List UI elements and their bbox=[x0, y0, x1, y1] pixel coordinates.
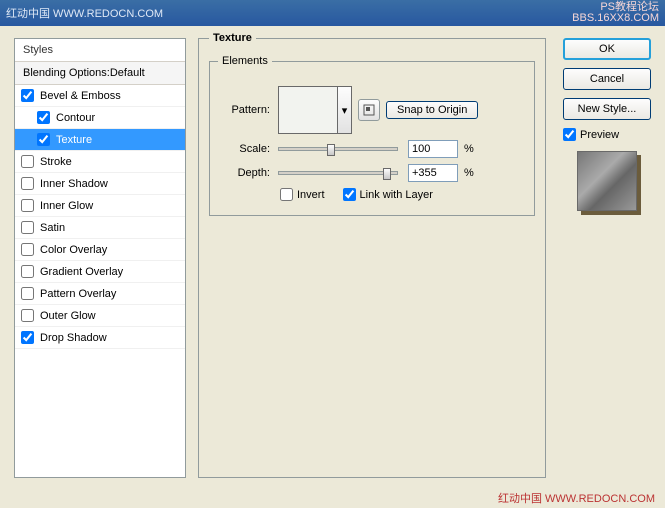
preview-thumbnail bbox=[577, 151, 637, 211]
scale-slider[interactable] bbox=[278, 147, 398, 151]
style-label: Drop Shadow bbox=[40, 332, 107, 344]
pattern-swatch[interactable] bbox=[278, 86, 338, 134]
preview-checkbox[interactable] bbox=[563, 128, 576, 141]
style-row-bevel-emboss[interactable]: Bevel & Emboss bbox=[15, 85, 185, 107]
fieldset-legend: Elements bbox=[218, 55, 272, 67]
style-checkbox[interactable] bbox=[21, 287, 34, 300]
scale-input[interactable] bbox=[408, 140, 458, 158]
style-label: Stroke bbox=[40, 156, 72, 168]
style-row-inner-shadow[interactable]: Inner Shadow bbox=[15, 173, 185, 195]
preview-toggle: Preview bbox=[563, 128, 651, 141]
depth-row: Depth: % bbox=[220, 164, 524, 182]
depth-input[interactable] bbox=[408, 164, 458, 182]
style-label: Gradient Overlay bbox=[40, 266, 123, 278]
style-label: Inner Glow bbox=[40, 200, 93, 212]
scale-label: Scale: bbox=[220, 143, 270, 155]
style-row-color-overlay[interactable]: Color Overlay bbox=[15, 239, 185, 261]
depth-slider[interactable] bbox=[278, 171, 398, 175]
style-label: Color Overlay bbox=[40, 244, 107, 256]
style-row-stroke[interactable]: Stroke bbox=[15, 151, 185, 173]
style-checkbox[interactable] bbox=[21, 331, 34, 344]
invert-label: Invert bbox=[297, 189, 325, 201]
style-label: Outer Glow bbox=[40, 310, 96, 322]
create-preset-icon[interactable] bbox=[358, 99, 380, 121]
watermark-right: PS教程论坛BBS.16XX8.COM bbox=[572, 2, 659, 24]
depth-unit: % bbox=[464, 167, 474, 179]
texture-settings-panel: Texture Elements Pattern: ▾ Snap to Orig… bbox=[198, 38, 546, 478]
style-label: Pattern Overlay bbox=[40, 288, 116, 300]
snap-to-origin-button[interactable]: Snap to Origin bbox=[386, 101, 478, 119]
style-checkbox[interactable] bbox=[37, 111, 50, 124]
checkbox-row: Invert Link with Layer bbox=[280, 188, 524, 201]
style-checkbox[interactable] bbox=[21, 155, 34, 168]
footer-watermark: 红动中国 WWW.REDOCN.COM bbox=[498, 490, 655, 506]
style-row-texture[interactable]: Texture bbox=[15, 129, 185, 151]
style-row-drop-shadow[interactable]: Drop Shadow bbox=[15, 327, 185, 349]
style-row-pattern-overlay[interactable]: Pattern Overlay bbox=[15, 283, 185, 305]
invert-checkbox[interactable] bbox=[280, 188, 293, 201]
style-checkbox[interactable] bbox=[21, 221, 34, 234]
style-checkbox[interactable] bbox=[37, 133, 50, 146]
styles-list-panel: Styles Blending Options:Default Bevel & … bbox=[14, 38, 186, 478]
pattern-dropdown-arrow[interactable]: ▾ bbox=[338, 86, 352, 134]
style-checkbox[interactable] bbox=[21, 243, 34, 256]
link-with-layer-checkbox[interactable] bbox=[343, 188, 356, 201]
style-checkbox[interactable] bbox=[21, 89, 34, 102]
ok-button[interactable]: OK bbox=[563, 38, 651, 60]
panel-title: Texture bbox=[209, 32, 256, 44]
style-row-contour[interactable]: Contour bbox=[15, 107, 185, 129]
style-label: Satin bbox=[40, 222, 65, 234]
style-label: Contour bbox=[56, 112, 95, 124]
elements-fieldset: Elements Pattern: ▾ Snap to Origin Scale… bbox=[209, 61, 535, 216]
style-label: Texture bbox=[56, 134, 92, 146]
style-row-inner-glow[interactable]: Inner Glow bbox=[15, 195, 185, 217]
link-with-layer-label: Link with Layer bbox=[360, 189, 433, 201]
pattern-label: Pattern: bbox=[220, 104, 270, 116]
cancel-button[interactable]: Cancel bbox=[563, 68, 651, 90]
style-label: Inner Shadow bbox=[40, 178, 108, 190]
style-checkbox[interactable] bbox=[21, 265, 34, 278]
new-style-button[interactable]: New Style... bbox=[563, 98, 651, 120]
right-button-panel: OK Cancel New Style... Preview bbox=[563, 38, 651, 215]
scale-unit: % bbox=[464, 143, 474, 155]
style-row-satin[interactable]: Satin bbox=[15, 217, 185, 239]
pattern-row: Pattern: ▾ Snap to Origin bbox=[220, 86, 524, 134]
blending-options-header[interactable]: Blending Options:Default bbox=[15, 62, 185, 85]
styles-header[interactable]: Styles bbox=[15, 39, 185, 62]
preview-label: Preview bbox=[580, 129, 619, 141]
title-bar: 红动中国 WWW.REDOCN.COM PS教程论坛BBS.16XX8.COM bbox=[0, 0, 665, 26]
style-checkbox[interactable] bbox=[21, 309, 34, 322]
scale-row: Scale: % bbox=[220, 140, 524, 158]
style-row-outer-glow[interactable]: Outer Glow bbox=[15, 305, 185, 327]
depth-label: Depth: bbox=[220, 167, 270, 179]
title-text: 红动中国 WWW.REDOCN.COM bbox=[6, 5, 163, 21]
style-label: Bevel & Emboss bbox=[40, 90, 121, 102]
style-row-gradient-overlay[interactable]: Gradient Overlay bbox=[15, 261, 185, 283]
style-checkbox[interactable] bbox=[21, 177, 34, 190]
style-checkbox[interactable] bbox=[21, 199, 34, 212]
